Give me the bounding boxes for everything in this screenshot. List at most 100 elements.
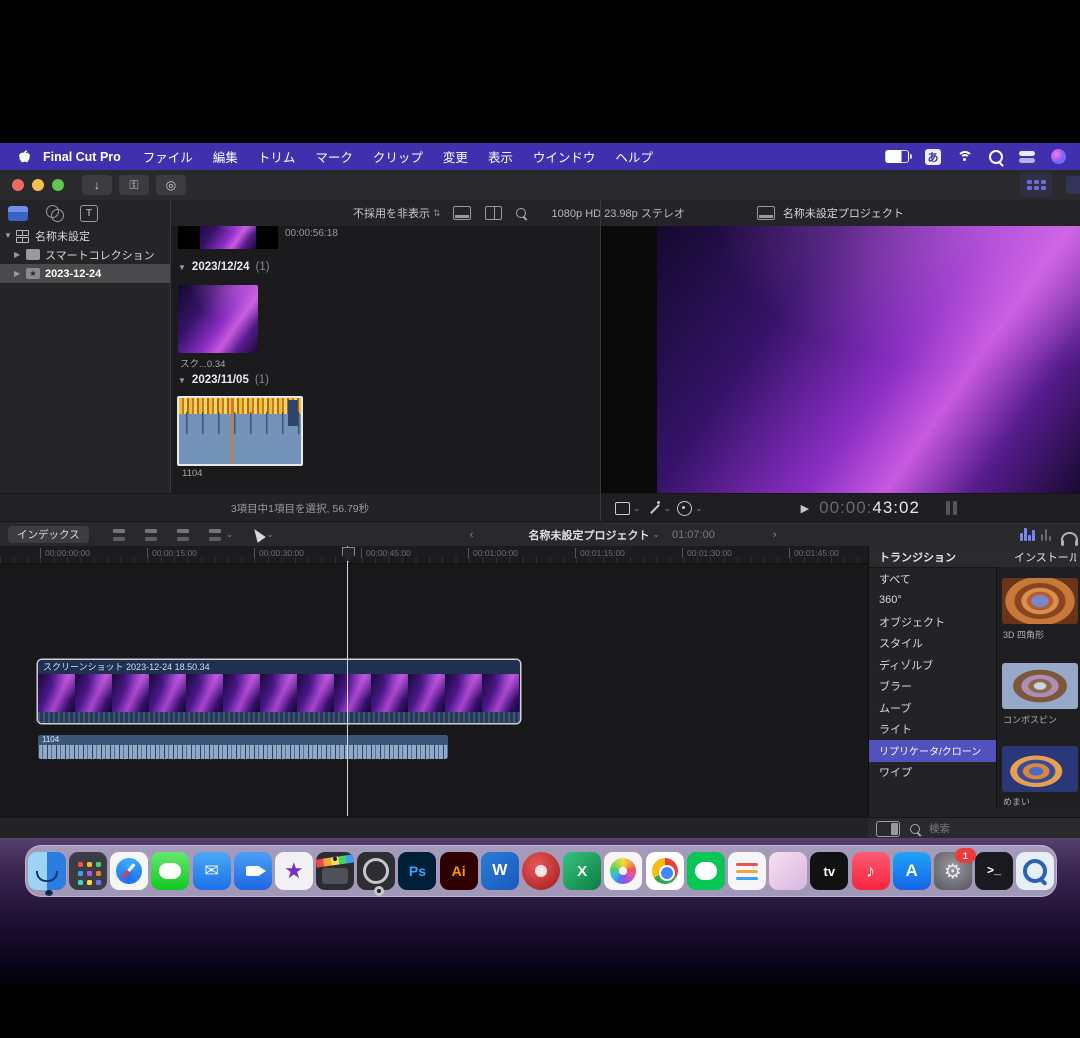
chevron-down-icon[interactable]: ⌄ <box>633 503 641 514</box>
clip-thumbnail-screenshot[interactable] <box>178 285 258 353</box>
list-view-icon[interactable] <box>485 206 502 220</box>
titles-generators-pane-icon[interactable]: T <box>80 205 98 222</box>
insert-clip-icon[interactable] <box>143 528 159 541</box>
dock-icon-list-app[interactable] <box>728 852 766 890</box>
menu-item-clip[interactable]: クリップ <box>363 147 433 166</box>
overwrite-clip-icon[interactable] <box>207 528 223 541</box>
menu-item-modify[interactable]: 変更 <box>433 147 478 166</box>
tab-transitions[interactable]: トランジション <box>879 549 956 565</box>
transitions-search-input[interactable] <box>927 822 1051 836</box>
dock-icon-settings[interactable]: ⚙1 <box>934 852 972 890</box>
chevron-down-icon[interactable]: ⌄ <box>664 503 672 514</box>
background-tasks-button[interactable]: ◎ <box>156 175 186 195</box>
disclosure-open-icon[interactable]: ▼ <box>178 376 186 385</box>
chevron-down-icon[interactable]: ⌄ <box>226 529 234 540</box>
clip-thumbnail-audio-selected[interactable] <box>177 396 303 466</box>
dock-icon-word[interactable]: W <box>481 852 519 890</box>
transition-category-blur[interactable]: ブラー <box>869 676 996 698</box>
battery-icon[interactable] <box>885 150 909 163</box>
enhancements-wand-icon[interactable] <box>647 501 661 515</box>
menu-app-name[interactable]: Final Cut Pro <box>31 150 133 164</box>
timeline-project-title[interactable]: 名称未設定プロジェクト <box>528 527 649 543</box>
menu-item-mark[interactable]: マーク <box>305 147 363 166</box>
menu-item-file[interactable]: ファイル <box>133 147 203 166</box>
audio-meters-icon[interactable] <box>946 501 957 515</box>
sidebar-item-library[interactable]: ▼ 名称未設定 <box>0 226 170 245</box>
dock-icon-chrome[interactable] <box>646 852 684 890</box>
siri-icon[interactable] <box>1051 149 1066 164</box>
dock-icon-facetime[interactable] <box>234 852 272 890</box>
transition-category-movements[interactable]: ムーブ <box>869 697 996 719</box>
browser-group-header[interactable]: ▼ 2023/12/24 (1) <box>178 261 270 273</box>
disclosure-closed-icon[interactable]: ▶ <box>14 269 26 278</box>
menu-item-edit[interactable]: 編集 <box>203 147 248 166</box>
dock-icon-red-round-app[interactable] <box>522 852 560 890</box>
photos-audio-pane-icon[interactable] <box>46 205 62 221</box>
spotlight-icon[interactable] <box>989 150 1003 164</box>
browser-search-icon[interactable] <box>516 208 526 218</box>
hide-rejected-chevron-icon[interactable]: ⇅ <box>433 208 441 219</box>
transition-category-lights[interactable]: ライト <box>869 719 996 741</box>
transition-category-objects[interactable]: オブジェクト <box>869 611 996 633</box>
dock-icon-pink-app[interactable] <box>769 852 807 890</box>
zoom-window-button[interactable] <box>52 179 64 191</box>
timeline-ruler[interactable]: 00:00:00:00 00:00:15:00 00:00:30:00 00:0… <box>0 546 868 564</box>
transition-category-all[interactable]: すべて <box>869 568 996 590</box>
dock-icon-illustrator[interactable]: Ai <box>440 852 478 890</box>
dock-icon-imovie[interactable]: ★ <box>275 852 313 890</box>
sidebar-item-smart-collection[interactable]: ▶ スマートコレクション <box>0 245 170 264</box>
browser-view-toggle-icon[interactable] <box>1020 173 1052 197</box>
connect-clip-icon[interactable] <box>111 528 127 541</box>
dock-icon-mail[interactable]: ✉ <box>193 852 231 890</box>
tab-installed[interactable]: インストール <box>1014 549 1076 565</box>
disclosure-open-icon[interactable]: ▼ <box>4 231 16 240</box>
dock-icon-excel[interactable]: X <box>563 852 601 890</box>
wifi-icon[interactable] <box>957 151 973 163</box>
hide-rejected-label[interactable]: 不採用を非表示 <box>353 205 430 221</box>
apple-menu-icon[interactable] <box>18 150 31 163</box>
dock-icon-apple-tv[interactable]: tv <box>810 852 848 890</box>
timeline-audio-clip[interactable]: 1104 <box>38 735 448 759</box>
transition-category-replicator-selected[interactable]: リプリケータ/クローン <box>869 740 996 762</box>
menu-item-window[interactable]: ウインドウ <box>523 147 606 166</box>
retime-icon[interactable] <box>677 501 692 516</box>
dock-icon-line[interactable] <box>687 852 725 890</box>
transition-category-dissolves[interactable]: ディゾルブ <box>869 654 996 676</box>
control-center-icon[interactable] <box>1019 151 1035 163</box>
menu-item-view[interactable]: 表示 <box>478 147 523 166</box>
dock-icon-final-cut-pro[interactable] <box>316 852 354 890</box>
solo-headphone-icon[interactable] <box>1061 532 1078 542</box>
transition-item-3d-rectangle[interactable] <box>1002 578 1078 624</box>
timeline[interactable]: 00:00:00:00 00:00:15:00 00:00:30:00 00:0… <box>0 546 868 838</box>
dock-icon-music[interactable]: ♪ <box>852 852 890 890</box>
keyword-editor-button[interactable]: ⚿ <box>119 175 149 195</box>
chevron-down-icon[interactable]: ⌄ <box>695 503 703 514</box>
dock-icon-magnifier-app[interactable] <box>1016 852 1054 890</box>
dock-icon-launchpad[interactable] <box>69 852 107 890</box>
index-button[interactable]: インデックス <box>8 526 89 543</box>
dock-icon-photoshop[interactable]: Ps <box>398 852 436 890</box>
dock-icon-finder[interactable] <box>28 852 66 890</box>
transition-category-360[interactable]: 360° <box>869 590 996 612</box>
playhead-line[interactable] <box>347 546 348 816</box>
import-media-button[interactable]: ↓ <box>82 175 112 195</box>
browser-group-header[interactable]: ▼ 2023/11/05 (1) <box>178 374 269 386</box>
dock-icon-safari[interactable] <box>110 852 148 890</box>
chevron-down-icon[interactable]: ⌄ <box>266 529 274 540</box>
skimming-icon[interactable] <box>1041 529 1052 541</box>
clip-thumbnail-partial[interactable] <box>178 226 278 249</box>
dock-icon-terminal[interactable]: >_ <box>975 852 1013 890</box>
timeline-video-clip-selected[interactable]: スクリーンショット 2023-12-24 18.50.34 <box>38 660 520 723</box>
media-browser-toggle-icon[interactable] <box>876 821 900 837</box>
libraries-pane-icon[interactable] <box>8 206 28 221</box>
transition-category-stylize[interactable]: スタイル <box>869 633 996 655</box>
close-window-button[interactable] <box>12 179 24 191</box>
play-button[interactable]: ▶ <box>801 502 809 515</box>
previous-project-button[interactable]: ‹ <box>470 529 474 541</box>
input-source-icon[interactable]: あ <box>925 149 941 165</box>
disclosure-open-icon[interactable]: ▼ <box>178 263 186 272</box>
sidebar-item-event-selected[interactable]: ▶ ★ 2023-12-24 <box>0 264 170 283</box>
menu-item-help[interactable]: ヘルプ <box>605 147 663 166</box>
dock-icon-photos[interactable] <box>604 852 642 890</box>
transform-crop-icon[interactable] <box>615 502 630 515</box>
